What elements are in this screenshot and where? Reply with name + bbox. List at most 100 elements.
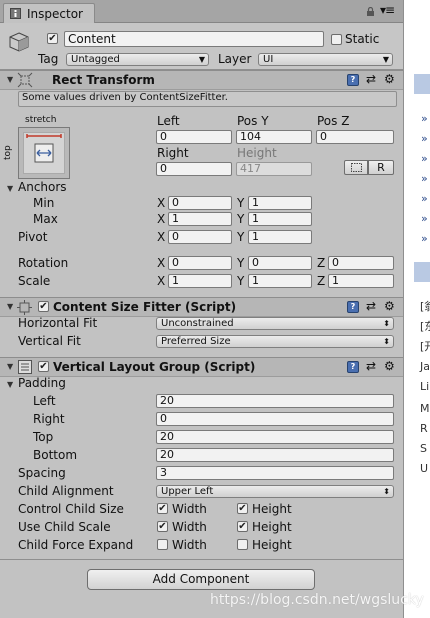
padding-top-input[interactable]: 20: [156, 430, 394, 444]
list-item[interactable]: U: [420, 462, 428, 475]
foldout-icon[interactable]: ▼: [7, 75, 13, 84]
presets-icon[interactable]: ⇄: [366, 72, 376, 86]
help-icon[interactable]: ?: [347, 74, 359, 86]
child-force-expand-label: Child Force Expand: [18, 538, 134, 552]
help-icon[interactable]: ?: [347, 361, 359, 373]
anchors-min-x-input[interactable]: 0: [168, 196, 232, 210]
gear-icon[interactable]: ⚙: [384, 359, 395, 373]
scale-y-input[interactable]: 1: [248, 274, 312, 288]
anchors-label[interactable]: Anchors: [18, 180, 67, 194]
list-item[interactable]: R: [420, 422, 428, 435]
blueprint-icon: [351, 163, 362, 172]
list-item-bullet[interactable]: »: [421, 212, 428, 225]
list-item-bullet[interactable]: »: [421, 172, 428, 185]
axis-x-label: X: [157, 230, 166, 244]
vertical-fit-value: Preferred Size: [161, 336, 231, 347]
pos-z-input[interactable]: 0: [316, 130, 394, 144]
gameobject-header: ✔ Content Static Tag Untagged ▼ Layer UI ▼: [0, 23, 403, 70]
side-panel-header-bar: [414, 262, 430, 282]
list-item[interactable]: Ja: [420, 360, 430, 373]
list-item-bullet[interactable]: »: [421, 112, 428, 125]
anchor-preset-button[interactable]: [18, 127, 70, 179]
inspector-window: Inspector ▾≡ ✔ Content Static Tag Untagg…: [0, 0, 403, 618]
axis-x-label: X: [157, 212, 166, 226]
static-checkbox[interactable]: [331, 34, 342, 45]
add-component-button[interactable]: Add Component: [87, 569, 315, 590]
right-input[interactable]: 0: [156, 162, 232, 176]
pivot-x-input[interactable]: 0: [168, 230, 232, 244]
padding-foldout-icon[interactable]: ▼: [7, 380, 13, 389]
layer-dropdown[interactable]: UI ▼: [258, 53, 393, 66]
scale-x-input[interactable]: 1: [168, 274, 232, 288]
rotation-x-input[interactable]: 0: [168, 256, 232, 270]
horizontal-fit-dropdown[interactable]: Unconstrained ⬍: [156, 317, 394, 330]
left-input[interactable]: 0: [156, 130, 232, 144]
list-item[interactable]: M: [420, 402, 430, 415]
axis-z-label: Z: [317, 256, 326, 270]
tab-bar: Inspector ▾≡: [0, 0, 403, 23]
axis-x-label: X: [157, 196, 166, 210]
gear-icon[interactable]: ⚙: [384, 299, 395, 313]
child-force-expand-width-checkbox[interactable]: [157, 539, 168, 550]
blueprint-mode-button[interactable]: [344, 160, 368, 175]
list-item[interactable]: S: [420, 442, 427, 455]
child-force-expand-height-checkbox[interactable]: [237, 539, 248, 550]
vertical-fit-dropdown[interactable]: Preferred Size ⬍: [156, 335, 394, 348]
vertical-layout-icon: [18, 360, 32, 374]
padding-bottom-input[interactable]: 20: [156, 448, 394, 462]
rotation-z-input[interactable]: 0: [328, 256, 394, 270]
padding-label[interactable]: Padding: [18, 376, 66, 390]
horizontal-fit-value: Unconstrained: [161, 318, 234, 329]
content-size-fitter-enabled-checkbox[interactable]: ✔: [38, 301, 49, 312]
list-item[interactable]: [开: [420, 338, 430, 354]
list-item[interactable]: [翁: [420, 298, 430, 314]
control-child-size-width-checkbox[interactable]: ✔: [157, 503, 168, 514]
gameobject-active-checkbox[interactable]: ✔: [47, 33, 58, 44]
list-item[interactable]: Li: [420, 380, 429, 393]
tab-label: Inspector: [27, 7, 83, 21]
content-size-fitter-header[interactable]: ▼ ✔ Content Size Fitter (Script) ? ⇄ ⚙: [0, 297, 403, 317]
anchors-min-y-input[interactable]: 1: [248, 196, 312, 210]
anchors-foldout-icon[interactable]: ▼: [7, 184, 13, 193]
tab-menu-icon[interactable]: ▾≡: [380, 3, 395, 17]
presets-icon[interactable]: ⇄: [366, 299, 376, 313]
content-size-fitter-icon: [17, 300, 32, 315]
presets-icon[interactable]: ⇄: [366, 359, 376, 373]
tag-dropdown[interactable]: Untagged ▼: [66, 53, 209, 66]
use-child-scale-width-checkbox[interactable]: ✔: [157, 521, 168, 532]
content-size-fitter-title: Content Size Fitter (Script): [53, 300, 237, 314]
help-icon[interactable]: ?: [347, 301, 359, 313]
padding-left-input[interactable]: 20: [156, 394, 394, 408]
lock-icon[interactable]: [366, 7, 375, 16]
child-alignment-dropdown[interactable]: Upper Left ⬍: [156, 485, 394, 498]
padding-right-input[interactable]: 0: [156, 412, 394, 426]
raw-edit-label: R: [377, 161, 385, 174]
vertical-layout-group-header[interactable]: ▼ ✔ Vertical Layout Group (Script) ? ⇄ ⚙: [0, 357, 403, 377]
gear-icon[interactable]: ⚙: [384, 72, 395, 86]
pivot-y-input[interactable]: 1: [248, 230, 312, 244]
foldout-icon[interactable]: ▼: [7, 302, 13, 311]
anchors-max-y-input[interactable]: 1: [248, 212, 312, 226]
rect-transform-header[interactable]: ▼ Rect Transform ? ⇄ ⚙: [0, 70, 403, 90]
list-item[interactable]: [东: [420, 318, 430, 334]
scale-z-input[interactable]: 1: [328, 274, 394, 288]
list-item-bullet[interactable]: »: [421, 192, 428, 205]
anchors-max-x-input[interactable]: 1: [168, 212, 232, 226]
driven-notice-text: Some values driven by ContentSizeFitter.: [22, 92, 228, 103]
list-item-bullet[interactable]: »: [421, 152, 428, 165]
foldout-icon[interactable]: ▼: [7, 362, 13, 371]
list-item-bullet[interactable]: »: [421, 132, 428, 145]
pos-y-input[interactable]: 104: [236, 130, 312, 144]
tab-inspector[interactable]: Inspector: [3, 3, 95, 23]
chevron-updown-icon: ⬍: [383, 487, 390, 496]
vertical-layout-enabled-checkbox[interactable]: ✔: [38, 361, 49, 372]
spacing-input[interactable]: 3: [156, 466, 394, 480]
list-item-bullet[interactable]: »: [421, 232, 428, 245]
left-label: Left: [157, 114, 180, 128]
use-child-scale-height-checkbox[interactable]: ✔: [237, 521, 248, 532]
rotation-y-input[interactable]: 0: [248, 256, 312, 270]
raw-edit-button[interactable]: R: [368, 160, 394, 175]
gameobject-name-input[interactable]: Content: [64, 31, 324, 47]
control-child-size-height-checkbox[interactable]: ✔: [237, 503, 248, 514]
padding-left-label: Left: [33, 394, 56, 408]
